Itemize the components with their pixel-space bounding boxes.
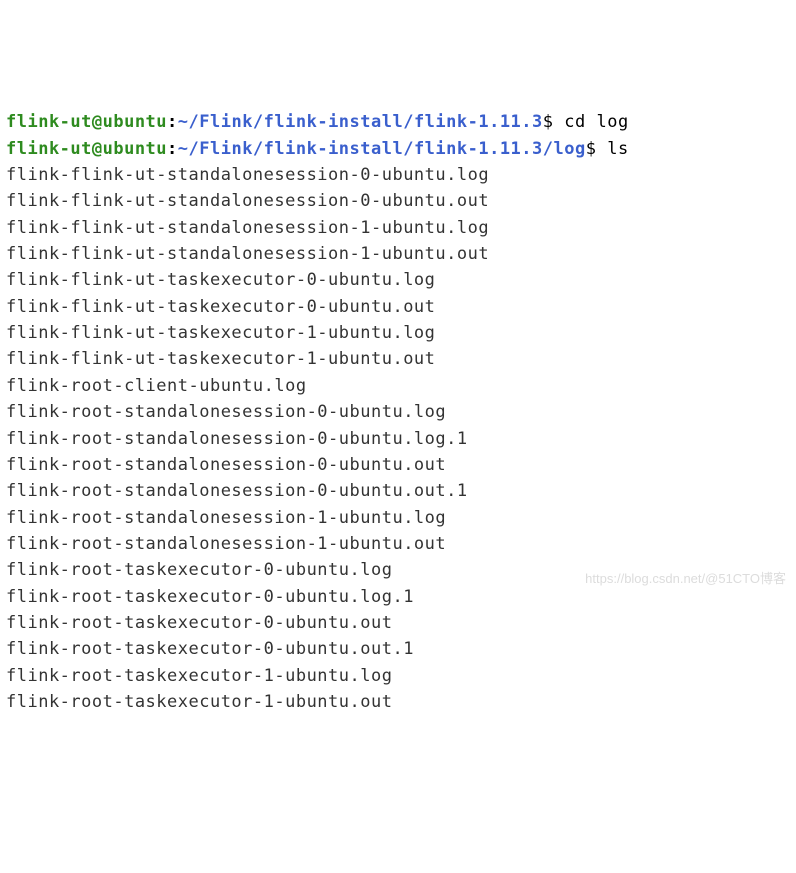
file-entry: flink-root-taskexecutor-0-ubuntu.out [6,610,790,636]
file-entry: flink-root-taskexecutor-0-ubuntu.out.1 [6,636,790,662]
cwd-path: ~/Flink/flink-install/flink-1.11.3/log [178,139,586,159]
prompt-dollar: $ [543,112,564,132]
command-text: cd log [564,112,628,132]
file-entry: flink-flink-ut-taskexecutor-0-ubuntu.log [6,267,790,293]
file-entry: flink-root-standalonesession-1-ubuntu.lo… [6,505,790,531]
prompt-colon: : [167,112,178,132]
file-entry: flink-root-client-ubuntu.log [6,373,790,399]
user-host: flink-ut@ubuntu [6,112,167,132]
terminal-output[interactable]: flink-ut@ubuntu:~/Flink/flink-install/fl… [6,109,790,715]
file-entry: flink-root-standalonesession-0-ubuntu.lo… [6,399,790,425]
file-entry: flink-root-standalonesession-1-ubuntu.ou… [6,531,790,557]
file-entry: flink-flink-ut-taskexecutor-0-ubuntu.out [6,294,790,320]
user-host: flink-ut@ubuntu [6,139,167,159]
file-entry: flink-flink-ut-taskexecutor-1-ubuntu.log [6,320,790,346]
file-entry: flink-flink-ut-standalonesession-0-ubunt… [6,162,790,188]
cwd-path: ~/Flink/flink-install/flink-1.11.3 [178,112,543,132]
prompt-line-2: flink-ut@ubuntu:~/Flink/flink-install/fl… [6,136,790,162]
file-entry: flink-root-taskexecutor-1-ubuntu.log [6,663,790,689]
prompt-dollar: $ [586,139,607,159]
file-entry: flink-root-standalonesession-0-ubuntu.ou… [6,478,790,504]
file-entry: flink-root-standalonesession-0-ubuntu.ou… [6,452,790,478]
file-entry: flink-flink-ut-standalonesession-0-ubunt… [6,188,790,214]
command-text: ls [607,139,628,159]
file-entry: flink-flink-ut-taskexecutor-1-ubuntu.out [6,346,790,372]
file-entry: flink-flink-ut-standalonesession-1-ubunt… [6,241,790,267]
file-entry: flink-root-taskexecutor-1-ubuntu.out [6,689,790,715]
file-entry: flink-flink-ut-standalonesession-1-ubunt… [6,215,790,241]
prompt-colon: : [167,139,178,159]
watermark-text: https://blog.csdn.net/@51CTO博客 [585,569,786,589]
prompt-line-1: flink-ut@ubuntu:~/Flink/flink-install/fl… [6,109,790,135]
file-entry: flink-root-standalonesession-0-ubuntu.lo… [6,426,790,452]
